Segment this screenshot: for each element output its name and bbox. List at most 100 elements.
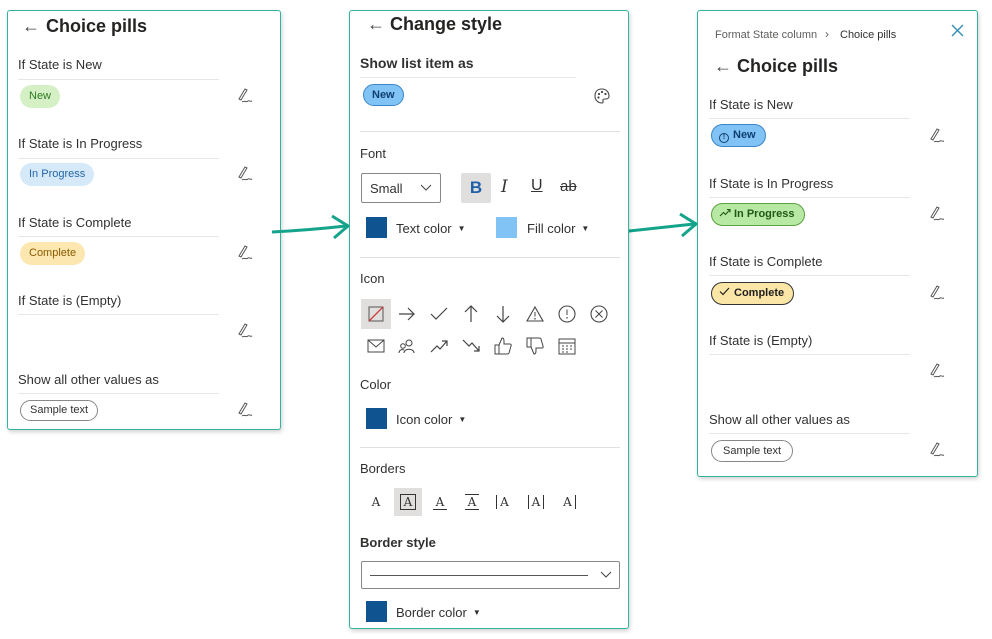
row-label-other: Show all other values as — [18, 372, 159, 387]
chevron-down-icon — [420, 184, 432, 191]
icon-color-dropdown[interactable]: Icon color ▼ — [396, 412, 466, 427]
border-right-option[interactable]: A — [554, 488, 582, 516]
preview-pill: New — [363, 84, 404, 106]
back-arrow-icon[interactable]: ← — [22, 17, 40, 35]
border-top-bottom-option[interactable]: A — [458, 488, 486, 516]
trending-down-icon[interactable] — [459, 334, 483, 358]
border-glyph: A — [399, 494, 417, 510]
back-arrow-icon[interactable]: ← — [367, 15, 385, 33]
bold-glyph: B — [469, 178, 483, 197]
row-label-empty: If State is (Empty) — [18, 293, 122, 308]
panel-title: Change style — [390, 14, 503, 34]
pill-in-progress-styled[interactable]: In Progress — [711, 203, 805, 226]
text-color-dropdown[interactable]: Text color ▼ — [396, 221, 466, 236]
underline-button[interactable]: U — [531, 177, 543, 195]
edit-style-icon[interactable] — [929, 285, 945, 301]
fill-color-label: Fill color — [527, 221, 576, 236]
edit-style-icon[interactable] — [237, 323, 253, 339]
flow-arrow-icon — [271, 214, 351, 240]
font-size-dropdown[interactable]: Small — [361, 173, 441, 203]
choice-pills-panel-before: ← Choice pills If State is New New If St… — [7, 10, 281, 430]
breadcrumb-chevron-icon: › — [825, 27, 829, 41]
checkmark-icon — [719, 287, 730, 296]
close-icon[interactable] — [951, 24, 964, 37]
breadcrumb-parent[interactable]: Format State column — [715, 29, 817, 41]
pill-sample-text[interactable]: Sample text — [20, 400, 99, 421]
pill-in-progress[interactable]: In Progress — [20, 163, 95, 186]
pill-complete[interactable]: Complete — [20, 242, 86, 265]
no-icon-option[interactable] — [361, 299, 391, 329]
bold-button[interactable]: B — [461, 173, 491, 203]
borders-section-label: Borders — [360, 461, 406, 476]
italic-button[interactable]: I — [501, 177, 508, 197]
border-glyph: A — [496, 495, 512, 509]
pill-sample-text[interactable]: Sample text — [711, 440, 794, 462]
border-glyph: A — [432, 495, 448, 510]
fill-color-swatch[interactable] — [496, 217, 517, 238]
pill-text: New — [733, 129, 756, 141]
error-icon[interactable] — [587, 302, 611, 326]
edit-style-icon[interactable] — [929, 128, 945, 144]
thumbs-up-icon[interactable] — [491, 334, 515, 358]
border-all-option[interactable]: A — [394, 488, 422, 516]
edit-style-icon[interactable] — [237, 88, 253, 104]
border-bottom-option[interactable]: A — [426, 488, 454, 516]
caret-down-icon: ▼ — [472, 608, 481, 617]
border-left-right-option[interactable]: A — [522, 488, 550, 516]
edit-style-icon[interactable] — [237, 245, 253, 261]
edit-style-icon[interactable] — [929, 363, 945, 379]
choice-pills-panel-after: Format State column › Choice pills ← Cho… — [697, 10, 978, 477]
font-size-value: Small — [370, 181, 403, 196]
border-color-dropdown[interactable]: Border color ▼ — [396, 605, 481, 620]
people-icon[interactable] — [395, 334, 419, 358]
row-label-new: If State is New — [18, 57, 102, 72]
mail-icon[interactable] — [364, 334, 388, 358]
icon-color-label: Icon color — [396, 412, 453, 427]
border-color-label: Border color — [396, 605, 467, 620]
checkmark-icon[interactable] — [427, 302, 451, 326]
arrow-down-icon[interactable] — [491, 302, 515, 326]
panel-title: Choice pills — [737, 56, 839, 76]
edit-style-icon[interactable] — [929, 206, 945, 222]
arrow-right-icon[interactable] — [395, 302, 419, 326]
warning-icon[interactable] — [523, 302, 547, 326]
info-icon[interactable] — [555, 302, 579, 326]
row-label-new: If State is New — [709, 97, 793, 112]
border-color-swatch[interactable] — [366, 601, 387, 622]
pill-text: In Progress — [734, 208, 795, 220]
border-style-dropdown[interactable] — [361, 561, 620, 589]
info-icon: ! — [719, 133, 729, 143]
pill-new[interactable]: New — [20, 85, 61, 108]
icon-section-label: Icon — [360, 271, 385, 286]
strikethrough-button[interactable]: ab — [560, 178, 577, 195]
edit-style-icon[interactable] — [929, 442, 945, 458]
pill-complete-styled[interactable]: Complete — [711, 282, 795, 305]
panel-title: Choice pills — [46, 16, 148, 36]
palette-icon[interactable] — [593, 87, 611, 105]
edit-style-icon[interactable] — [237, 402, 253, 418]
chevron-down-icon — [600, 571, 612, 578]
change-style-panel: ← Change style Show list item as New Fon… — [349, 10, 629, 629]
text-color-swatch[interactable] — [366, 217, 387, 238]
pill-text: Complete — [734, 287, 785, 299]
color-section-label: Color — [360, 377, 392, 392]
thumbs-down-icon[interactable] — [523, 334, 547, 358]
edit-style-icon[interactable] — [237, 166, 253, 182]
row-label-other: Show all other values as — [709, 412, 850, 427]
border-style-section-label: Border style — [360, 535, 436, 550]
flow-arrow-icon — [619, 212, 699, 238]
border-left-option[interactable]: A — [490, 488, 518, 516]
icon-color-swatch[interactable] — [366, 408, 387, 429]
calendar-icon[interactable] — [555, 334, 579, 358]
solid-line-preview — [370, 575, 588, 576]
border-glyph: A — [560, 495, 576, 509]
arrow-up-icon[interactable] — [459, 302, 483, 326]
caret-down-icon: ▼ — [581, 224, 590, 233]
show-list-item-label: Show list item as — [360, 55, 474, 71]
font-section-label: Font — [360, 146, 387, 161]
fill-color-dropdown[interactable]: Fill color ▼ — [527, 221, 589, 236]
back-arrow-icon[interactable]: ← — [714, 57, 732, 75]
border-none-option[interactable]: A — [362, 488, 390, 516]
pill-new-styled[interactable]: ! New — [711, 124, 766, 147]
trending-up-icon[interactable] — [427, 334, 451, 358]
